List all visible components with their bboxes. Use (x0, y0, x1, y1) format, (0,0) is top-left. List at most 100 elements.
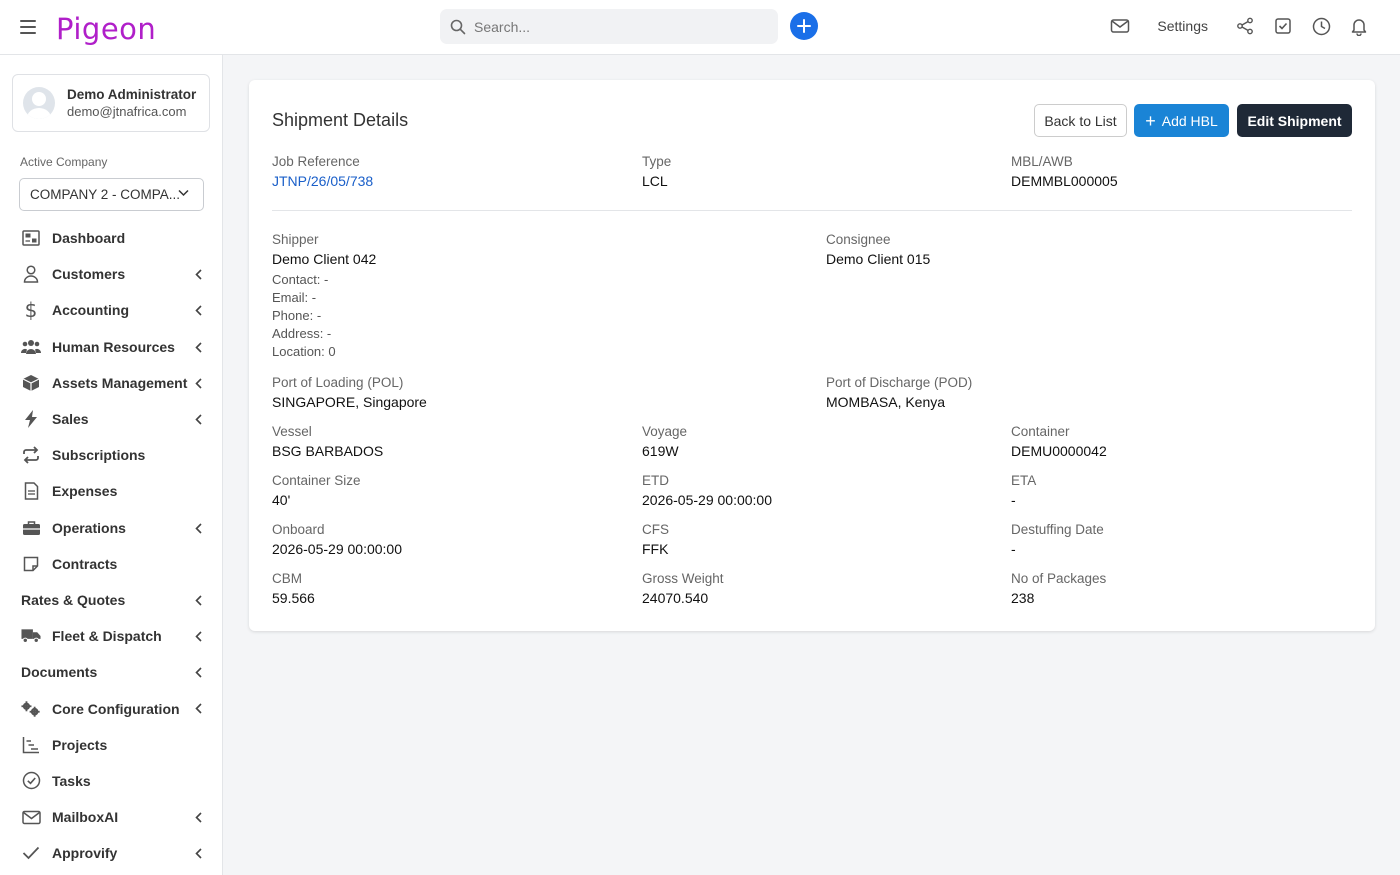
clock-icon[interactable] (1310, 15, 1332, 37)
field-label: Shipper (272, 232, 319, 247)
sidebar-item-assets-management[interactable]: Assets Management (0, 365, 222, 401)
field-label: Gross Weight (642, 571, 724, 586)
sidebar-item-rates-quotes[interactable]: Rates & Quotes (0, 582, 222, 618)
menu-icon[interactable] (18, 18, 38, 36)
sidebar-item-tasks[interactable]: Tasks (0, 763, 222, 799)
sidebar-item-label: Rates & Quotes (21, 591, 126, 608)
field-value: 24070.540 (642, 590, 709, 606)
field-value: LCL (642, 173, 668, 189)
sidebar-item-human-resources[interactable]: Human Resources (0, 329, 222, 365)
type-field: Type LCL (642, 154, 671, 189)
sidebar-item-expenses[interactable]: Expenses (0, 473, 222, 509)
chevron-left-icon (195, 667, 202, 678)
search-input[interactable] (474, 18, 764, 35)
vessel-field: Vessel BSG BARBADOS (272, 424, 383, 459)
field-value: 238 (1011, 590, 1035, 606)
sidebar-item-fleet-dispatch[interactable]: Fleet & Dispatch (0, 618, 222, 654)
chevron-left-icon (195, 812, 202, 823)
sidebar-item-customers[interactable]: Customers (0, 256, 222, 292)
user-card[interactable]: Demo Administrator demo@jtnafrica.com (12, 74, 210, 132)
destuffing-date-field: Destuffing Date - (1011, 522, 1104, 557)
container-field: Container DEMU0000042 (1011, 424, 1107, 459)
top-bar: Pigeon Settings (0, 0, 1400, 55)
settings-link[interactable]: Settings (1157, 18, 1208, 34)
field-label: Vessel (272, 424, 312, 439)
back-to-list-button[interactable]: Back to List (1034, 104, 1127, 137)
field-value: 619W (642, 443, 679, 459)
sidebar-item-label: Accounting (52, 302, 129, 319)
field-label: Voyage (642, 424, 688, 439)
people-icon (21, 337, 41, 357)
dollar-icon: $ (24, 298, 38, 323)
chevron-left-icon (195, 522, 202, 534)
chevron-left-icon (195, 848, 202, 859)
share-icon[interactable] (1234, 15, 1256, 37)
field-value: FFK (642, 541, 669, 557)
field-label: Port of Loading (POL) (272, 375, 404, 390)
field-value: 2026-05-29 00:00:00 (642, 492, 772, 508)
sidebar-item-label: Assets Management (52, 374, 188, 391)
eta-field: ETA - (1011, 473, 1036, 508)
field-label: No of Packages (1011, 571, 1107, 586)
pol-field: Port of Loading (POL) SINGAPORE, Singapo… (272, 375, 427, 410)
add-hbl-label: Add HBL (1161, 112, 1218, 129)
sidebar-nav: Dashboard Customers $ Accounting Human R… (0, 220, 222, 871)
dashboard-icon (21, 228, 41, 248)
field-label: Container (1011, 424, 1070, 439)
shipper-phone: Phone: - (272, 308, 322, 323)
sidebar-item-subscriptions[interactable]: Subscriptions (0, 437, 222, 473)
sidebar-item-operations[interactable]: Operations (0, 510, 222, 546)
field-label: Consignee (826, 232, 891, 247)
app-logo[interactable]: Pigeon (56, 12, 156, 46)
field-value: 40' (272, 492, 291, 508)
bolt-icon (21, 409, 41, 429)
field-label: MBL/AWB (1011, 154, 1073, 169)
voyage-field: Voyage 619W (642, 424, 687, 459)
sidebar-item-label: Approvify (52, 845, 118, 862)
edit-shipment-button[interactable]: Edit Shipment (1237, 104, 1352, 137)
search-icon (450, 19, 466, 34)
cfs-field: CFS FFK (642, 522, 669, 557)
chart-icon (21, 735, 41, 755)
note-icon (21, 554, 41, 574)
sidebar-item-label: Documents (21, 664, 98, 681)
chevron-left-icon (195, 595, 202, 606)
bell-icon[interactable] (1348, 15, 1370, 37)
shipper-email: Email: - (272, 290, 317, 305)
field-label: CFS (642, 522, 669, 537)
sidebar-item-documents[interactable]: Documents (0, 654, 222, 690)
field-value: Demo Client 015 (826, 251, 931, 267)
onboard-field: Onboard 2026-05-29 00:00:00 (272, 522, 402, 557)
add-hbl-button[interactable]: + Add HBL (1134, 104, 1229, 137)
sidebar-item-accounting[interactable]: $ Accounting (0, 292, 222, 328)
sidebar-item-mailboxai[interactable]: MailboxAI (0, 799, 222, 835)
field-value: SINGAPORE, Singapore (272, 394, 427, 410)
checkbox-icon[interactable] (1272, 15, 1294, 37)
field-label: Type (642, 154, 672, 169)
gears-icon (21, 699, 41, 719)
sidebar-item-contracts[interactable]: Contracts (0, 546, 222, 582)
company-select[interactable]: COMPANY 2 - COMPA... (19, 178, 204, 211)
job-reference-link[interactable]: JTNP/26/05/738 (272, 173, 373, 189)
field-value: Demo Client 042 (272, 251, 377, 267)
shipper-contact: Contact: - (272, 272, 329, 287)
sidebar-item-sales[interactable]: Sales (0, 401, 222, 437)
field-label: Destuffing Date (1011, 522, 1104, 537)
shipment-details-card: Shipment Details Back to List + Add HBL … (249, 80, 1375, 631)
job-reference-field: Job Reference JTNP/26/05/738 (272, 154, 373, 189)
sidebar-item-dashboard[interactable]: Dashboard (0, 220, 222, 256)
sidebar-item-core-configuration[interactable]: Core Configuration (0, 690, 222, 726)
quick-add-button[interactable] (790, 12, 818, 40)
sidebar-item-projects[interactable]: Projects (0, 727, 222, 763)
sidebar-item-approvify[interactable]: Approvify (0, 835, 222, 871)
mail-icon (21, 807, 41, 827)
field-value: DEMMBL000005 (1011, 173, 1118, 189)
search-box[interactable] (440, 9, 778, 44)
divider (272, 210, 1352, 211)
sidebar-item-label: Customers (52, 266, 126, 283)
page-title: Shipment Details (272, 110, 409, 130)
mail-icon[interactable] (1109, 15, 1131, 37)
plus-icon (797, 19, 811, 33)
avatar (23, 87, 55, 119)
check-icon (21, 843, 41, 863)
